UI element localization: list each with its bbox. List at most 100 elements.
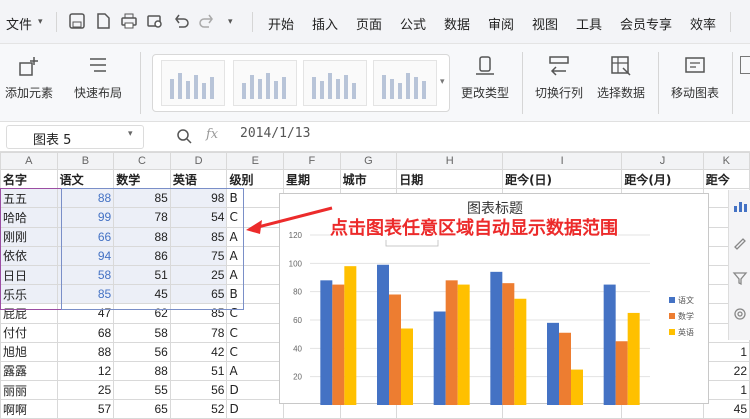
- move-chart-button[interactable]: 移动图表: [666, 44, 724, 122]
- col-header-e[interactable]: E: [226, 152, 285, 170]
- english-score-cell[interactable]: 52: [169, 399, 228, 419]
- tab-efficiency[interactable]: 效率: [690, 14, 716, 33]
- bar-英语-五五[interactable]: [344, 266, 357, 405]
- english-score-cell[interactable]: 85: [169, 226, 228, 247]
- add-element-button[interactable]: 添加元素: [0, 44, 58, 122]
- header-cell[interactable]: 星期: [283, 168, 341, 190]
- math-score-cell[interactable]: 85: [113, 188, 171, 209]
- english-score-cell[interactable]: 56: [169, 380, 228, 401]
- zoom-icon[interactable]: [176, 128, 192, 144]
- bar-数学-哈哈[interactable]: [389, 294, 401, 406]
- name-cell[interactable]: 五五: [0, 188, 58, 209]
- chinese-score-cell[interactable]: 88: [56, 341, 115, 362]
- math-score-cell[interactable]: 51: [113, 264, 171, 286]
- tab-home[interactable]: 开始: [268, 14, 294, 33]
- level-cell[interactable]: A: [226, 264, 285, 286]
- bar-语文-五五[interactable]: [320, 280, 333, 405]
- english-score-cell[interactable]: 65: [169, 284, 228, 305]
- bar-数学-依依[interactable]: [502, 283, 515, 405]
- col-header-k[interactable]: K: [702, 152, 750, 170]
- math-score-cell[interactable]: 86: [113, 245, 171, 266]
- level-cell[interactable]: C: [226, 341, 285, 362]
- name-cell[interactable]: 乐乐: [0, 284, 58, 305]
- tab-data[interactable]: 数据: [444, 14, 470, 33]
- since-cell[interactable]: 22: [702, 360, 750, 382]
- english-score-cell[interactable]: 85: [169, 303, 228, 324]
- math-score-cell[interactable]: 62: [113, 303, 171, 324]
- col-header-b[interactable]: B: [56, 152, 115, 170]
- chevron-down-icon[interactable]: ▾: [38, 17, 43, 27]
- export-pdf-icon[interactable]: [94, 12, 112, 30]
- tab-formula[interactable]: 公式: [400, 14, 426, 33]
- bar-数学-乐乐[interactable]: [615, 341, 628, 405]
- header-cell[interactable]: 名字: [0, 168, 58, 190]
- header-cell[interactable]: 英语: [169, 168, 228, 190]
- gallery-expand-icon[interactable]: ▾: [440, 77, 445, 87]
- switch-rowcol-button[interactable]: 切换行列: [530, 44, 588, 122]
- chinese-score-cell[interactable]: 66: [56, 226, 115, 247]
- name-cell[interactable]: 丽丽: [0, 380, 58, 401]
- english-score-cell[interactable]: 54: [169, 207, 228, 228]
- bar-语文-乐乐[interactable]: [603, 284, 616, 405]
- chinese-score-cell[interactable]: 47: [56, 303, 115, 324]
- name-cell[interactable]: 依依: [0, 245, 58, 266]
- tab-view[interactable]: 视图: [532, 14, 558, 33]
- since-cell[interactable]: 1: [702, 341, 750, 362]
- chinese-score-cell[interactable]: 94: [56, 245, 115, 266]
- select-data-button[interactable]: 选择数据: [592, 44, 650, 122]
- tab-page[interactable]: 页面: [356, 14, 382, 33]
- undo-icon[interactable]: [172, 12, 190, 30]
- bar-数学-日日[interactable]: [559, 332, 571, 405]
- name-cell[interactable]: 旭旭: [0, 341, 58, 362]
- col-header-a[interactable]: A: [0, 152, 58, 170]
- header-cell[interactable]: 城市: [339, 168, 398, 190]
- tab-review[interactable]: 审阅: [488, 14, 514, 33]
- english-score-cell[interactable]: 78: [169, 322, 228, 343]
- math-score-cell[interactable]: 58: [113, 322, 171, 343]
- chinese-score-cell[interactable]: 85: [56, 284, 115, 305]
- chinese-score-cell[interactable]: 99: [56, 207, 115, 228]
- file-menu[interactable]: 文件: [6, 14, 32, 33]
- header-cell[interactable]: 距今: [702, 168, 750, 190]
- math-score-cell[interactable]: 55: [113, 380, 171, 401]
- level-cell[interactable]: D: [226, 380, 285, 401]
- chevron-down-icon[interactable]: ▾: [128, 129, 133, 139]
- formula-input[interactable]: 2014/1/13: [240, 126, 310, 141]
- chinese-score-cell[interactable]: 12: [56, 360, 115, 382]
- level-cell[interactable]: D: [226, 399, 285, 419]
- header-cell[interactable]: 数学: [113, 168, 171, 190]
- math-score-cell[interactable]: 88: [113, 360, 171, 382]
- name-cell[interactable]: 哈哈: [0, 207, 58, 228]
- save-icon[interactable]: [68, 12, 86, 30]
- english-score-cell[interactable]: 75: [169, 245, 228, 266]
- print-icon[interactable]: [120, 12, 138, 30]
- col-header-i[interactable]: I: [502, 152, 623, 170]
- chinese-score-cell[interactable]: 25: [56, 380, 115, 401]
- chart-style-3[interactable]: [303, 60, 367, 106]
- math-score-cell[interactable]: 78: [113, 207, 171, 228]
- col-header-f[interactable]: F: [283, 152, 341, 170]
- col-header-d[interactable]: D: [169, 152, 228, 170]
- since-cell[interactable]: 45: [702, 399, 750, 419]
- level-cell[interactable]: B: [226, 284, 285, 305]
- chinese-score-cell[interactable]: 57: [56, 399, 115, 419]
- level-cell[interactable]: C: [226, 303, 285, 324]
- bar-英语-日日[interactable]: [571, 369, 583, 405]
- since-cell[interactable]: 1: [702, 380, 750, 401]
- change-type-button[interactable]: 更改类型: [456, 44, 514, 122]
- level-cell[interactable]: A: [226, 245, 285, 266]
- name-cell[interactable]: 露露: [0, 360, 58, 382]
- header-cell[interactable]: 距今(月): [621, 168, 704, 190]
- tab-insert[interactable]: 插入: [312, 14, 338, 33]
- name-cell[interactable]: 啊啊: [0, 399, 58, 419]
- chart-style-4[interactable]: [373, 60, 437, 106]
- more-quick-icon[interactable]: ▾: [228, 17, 233, 27]
- quick-layout-button[interactable]: 快速布局: [64, 44, 132, 122]
- level-cell[interactable]: C: [226, 322, 285, 343]
- col-header-g[interactable]: G: [339, 152, 398, 170]
- bar-语文-哈哈[interactable]: [377, 264, 389, 405]
- settings-icon[interactable]: [732, 306, 748, 322]
- chinese-score-cell[interactable]: 88: [56, 188, 115, 209]
- bar-英语-刚刚[interactable]: [457, 284, 470, 405]
- chart-style-1[interactable]: [161, 60, 225, 106]
